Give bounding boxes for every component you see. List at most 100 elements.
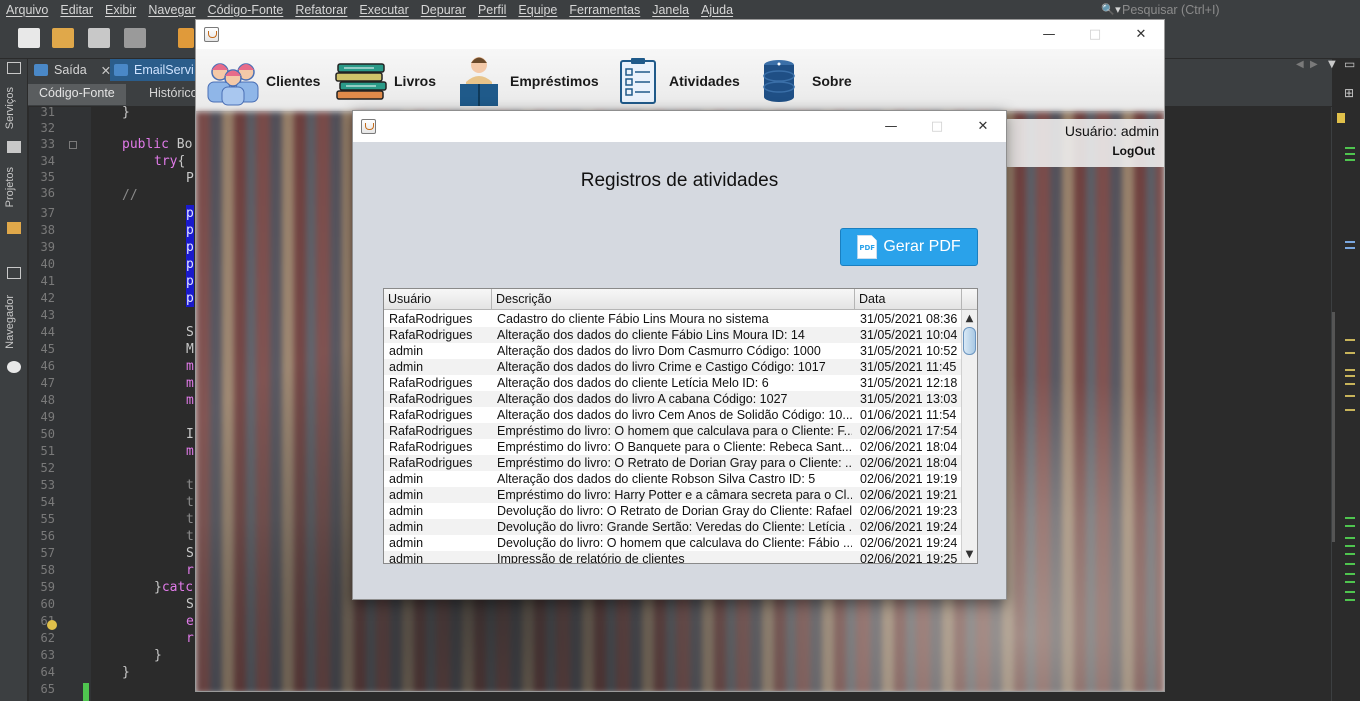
change-marker[interactable] (1345, 591, 1355, 593)
ide-menu-equipe[interactable]: Equipe (512, 3, 563, 17)
marker[interactable] (1345, 375, 1355, 377)
table-row[interactable]: RafaRodrigues Alteração dos dados do cli… (384, 327, 962, 343)
services-tab[interactable]: Serviços (4, 87, 16, 129)
column-header-descricao[interactable]: Descrição (492, 289, 855, 310)
marker[interactable] (1345, 369, 1355, 371)
change-marker[interactable] (1345, 153, 1355, 155)
marker[interactable] (1345, 409, 1355, 411)
change-marker[interactable] (1345, 545, 1355, 547)
scrollbar-thumb[interactable] (1332, 312, 1335, 542)
navigator-tab[interactable]: Navegador (4, 295, 16, 349)
change-marker[interactable] (1345, 599, 1355, 601)
lightbulb-icon[interactable] (47, 620, 57, 630)
table-row[interactable]: admin Devolução do livro: Grande Sertão:… (384, 519, 962, 535)
table-row[interactable]: RafaRodrigues Alteração dos dados do liv… (384, 391, 962, 407)
generate-pdf-button[interactable]: PDF Gerar PDF (840, 228, 978, 266)
occurrence-marker[interactable] (1345, 241, 1355, 243)
change-marker[interactable] (1345, 147, 1355, 149)
chevron-down-icon[interactable]: ▼ (1328, 59, 1336, 70)
change-marker[interactable] (1345, 553, 1355, 555)
restore-icon[interactable] (7, 267, 21, 279)
change-marker[interactable] (1345, 563, 1355, 565)
new-project-icon[interactable] (52, 28, 74, 48)
marker[interactable] (1345, 383, 1355, 385)
tab-email-service[interactable]: EmailServi (110, 59, 198, 81)
menu-sobre[interactable]: Sobre (762, 49, 852, 112)
column-header-usuario[interactable]: Usuário (384, 289, 492, 310)
nav-left-icon[interactable]: ◀ (1296, 59, 1304, 70)
menu-livros[interactable]: Livros (334, 49, 436, 112)
open-project-icon[interactable] (88, 28, 110, 48)
ide-menu-navegar[interactable]: Navegar (142, 3, 201, 17)
menu-emprestimos[interactable]: Empréstimos (458, 49, 599, 112)
minimize-icon[interactable]: — (1026, 20, 1072, 49)
ide-menu-executar[interactable]: Executar (353, 3, 414, 17)
fold-toggle-icon[interactable] (69, 141, 77, 149)
subtab-codigo-fonte[interactable]: Código-Fonte (28, 84, 126, 105)
table-row[interactable]: admin Empréstimo do livro: Harry Potter … (384, 487, 962, 503)
change-marker[interactable] (1345, 159, 1355, 161)
menu-atividades[interactable]: Atividades (618, 49, 740, 112)
close-icon[interactable]: ✕ (1118, 20, 1164, 49)
table-row[interactable]: RafaRodrigues Alteração dos dados do liv… (384, 407, 962, 423)
ide-menu-janela[interactable]: Janela (646, 3, 695, 17)
ide-menu-refatorar[interactable]: Refatorar (289, 3, 353, 17)
change-marker[interactable] (1345, 525, 1355, 527)
ide-menu-codigo-fonte[interactable]: Código-Fonte (202, 3, 290, 17)
scroll-down-icon[interactable]: ▼ (962, 547, 977, 562)
change-marker[interactable] (1345, 517, 1355, 519)
cell-data: 02/06/2021 19:25 (860, 552, 958, 564)
warning-marker[interactable] (1337, 113, 1345, 123)
dialog-titlebar[interactable]: — □ ✕ (353, 111, 1006, 142)
ide-menu-ferramentas[interactable]: Ferramentas (563, 3, 646, 17)
maximize-icon[interactable]: ▭ (1344, 57, 1355, 71)
marker[interactable] (1345, 339, 1355, 341)
close-icon[interactable]: ✕ (960, 111, 1006, 142)
table-row[interactable]: admin Alteração dos dados do livro Crime… (384, 359, 962, 375)
cell-descricao: Empréstimo do livro: O homem que calcula… (497, 424, 852, 438)
table-row[interactable]: RafaRodrigues Alteração dos dados do cli… (384, 375, 962, 391)
ide-menu-editar[interactable]: Editar (54, 3, 99, 17)
column-header-data[interactable]: Data (855, 289, 963, 310)
ide-menu-arquivo[interactable]: Arquivo (0, 3, 54, 17)
undo-icon[interactable] (178, 28, 194, 48)
ide-menu-ajuda[interactable]: Ajuda (695, 3, 739, 17)
split-icon[interactable]: ⊞ (1344, 86, 1354, 100)
line-number: 35 (40, 169, 55, 184)
table-row[interactable]: admin Devolução do livro: O Retrato de D… (384, 503, 962, 519)
save-all-icon[interactable] (124, 28, 146, 48)
cell-usuario: RafaRodrigues (389, 328, 473, 342)
scrollbar-thumb[interactable] (963, 327, 976, 355)
change-marker[interactable] (1345, 537, 1355, 539)
table-row[interactable]: admin Alteração dos dados do cliente Rob… (384, 471, 962, 487)
marker[interactable] (1345, 352, 1355, 354)
restore-icon[interactable] (7, 62, 21, 74)
ide-menu-depurar[interactable]: Depurar (415, 3, 472, 17)
ide-menu-exibir[interactable]: Exibir (99, 3, 142, 17)
table-row[interactable]: RafaRodrigues Empréstimo do livro: O hom… (384, 423, 962, 439)
table-row[interactable]: admin Alteração dos dados do livro Dom C… (384, 343, 962, 359)
table-row[interactable]: RafaRodrigues Empréstimo do livro: O Ret… (384, 455, 962, 471)
ide-search[interactable]: 🔍▾ Pesquisar (Ctrl+I) (1100, 0, 1360, 19)
table-row[interactable]: admin Devolução do livro: O homem que ca… (384, 535, 962, 551)
change-marker[interactable] (1345, 573, 1355, 575)
tab-saida[interactable]: Saída ✕ (30, 59, 115, 81)
logout-link[interactable]: LogOut (1112, 144, 1155, 158)
scroll-up-icon[interactable]: ▲ (962, 311, 977, 326)
table-row[interactable]: RafaRodrigues Cadastro do cliente Fábio … (384, 311, 962, 327)
ide-menu-perfil[interactable]: Perfil (472, 3, 512, 17)
change-marker[interactable] (1345, 581, 1355, 583)
new-file-icon[interactable] (18, 28, 40, 48)
minimize-icon[interactable]: — (868, 111, 914, 142)
table-row[interactable]: RafaRodrigues Empréstimo do livro: O Ban… (384, 439, 962, 455)
table-scrollbar[interactable]: ▲ ▼ (961, 310, 977, 563)
line-number: 58 (40, 563, 55, 577)
cell-data: 02/06/2021 17:54 (860, 424, 958, 438)
projects-tab[interactable]: Projetos (4, 167, 16, 207)
marker[interactable] (1345, 395, 1355, 397)
nav-right-icon[interactable]: ▶ (1310, 59, 1318, 70)
table-row[interactable]: admin Impressão de relatório de clientes… (384, 551, 962, 564)
main-window-titlebar[interactable]: — □ ✕ (196, 20, 1164, 49)
occurrence-marker[interactable] (1345, 247, 1355, 249)
menu-clientes[interactable]: Clientes (206, 49, 320, 112)
